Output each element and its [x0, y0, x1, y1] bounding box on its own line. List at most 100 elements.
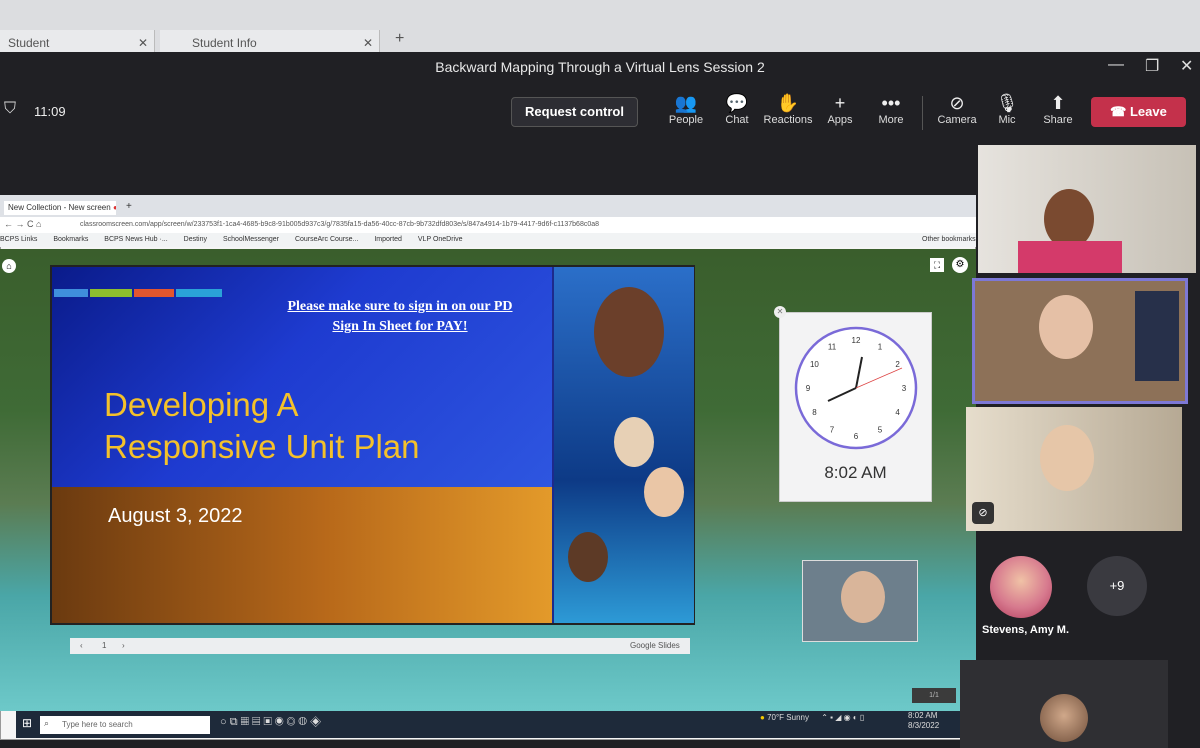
bookmark-item[interactable]: Bookmarks [53, 236, 88, 243]
clock-number: 4 [895, 408, 900, 417]
avatar[interactable] [990, 556, 1052, 618]
phone-icon: ☎ [1110, 104, 1130, 119]
title-line: Responsive Unit Plan [104, 428, 420, 465]
close-icon[interactable]: ✕ [363, 36, 373, 50]
participant-name: Stevens, Amy M. [982, 624, 1070, 636]
clock-number: 11 [828, 342, 837, 351]
meeting-timer: 11:09 [34, 104, 66, 119]
bookmark-item[interactable]: SchoolMessenger [223, 236, 279, 243]
reactions-icon: ✋ [776, 93, 800, 113]
stripe [90, 289, 132, 297]
button-label: Apps [827, 114, 853, 126]
sun-icon: ● [760, 713, 765, 722]
chrome-tab-bar: New Collection - New screen ● ✕ + [0, 195, 976, 217]
participant-face [841, 571, 885, 623]
webcam-preview [802, 560, 918, 642]
settings-icon[interactable]: ⚙ [952, 257, 968, 273]
stripe [176, 289, 222, 297]
new-tab-icon[interactable]: + [395, 30, 404, 48]
browser-tab[interactable]: Student ✕ [0, 30, 155, 52]
home-icon[interactable]: ⌂ [2, 259, 16, 273]
clock-number: 10 [810, 360, 819, 369]
minimize-icon[interactable]: — [1108, 56, 1124, 74]
stripe [134, 289, 174, 297]
google-slides-label: Google Slides [630, 641, 680, 650]
button-label: Share [1043, 114, 1073, 126]
button-label: Reactions [763, 114, 813, 126]
button-label: People [668, 114, 704, 126]
weather-text: 70°F Sunny [767, 713, 809, 722]
tray-time: 8:02 AM [908, 711, 938, 720]
clock-number: 7 [830, 426, 835, 435]
share-button[interactable]: ⬆ Share [1028, 92, 1088, 126]
address-bar[interactable]: classroomscreen.com/app/screen/w/233753f… [0, 217, 976, 233]
tray-clock[interactable]: 8:02 AM 8/3/2022 [908, 711, 939, 731]
chrome-tab[interactable]: New Collection - New screen ● ✕ [4, 201, 116, 215]
graduate-photo [644, 467, 684, 517]
muted-icon: ⊘ [972, 502, 994, 524]
bookmark-item[interactable]: Imported [374, 236, 402, 243]
clock-number: 5 [878, 426, 883, 435]
chrome-tab-label: New Collection - New screen [8, 203, 111, 212]
new-tab-icon[interactable]: + [126, 201, 132, 212]
bookmarks-bar: BCPS Links Bookmarks BCPS News Hub ·... … [0, 233, 976, 247]
shield-icon: ⛉ [4, 100, 17, 117]
bookmark-item[interactable]: CourseArc Course... [295, 236, 358, 243]
tray-icons[interactable]: ⌃ ▪ ◢ ◉ ◐ ▯ [821, 713, 864, 722]
search-icon: ⌕ [44, 718, 50, 728]
slide-notice: Please make sure to sign in on our PD Sig… [250, 297, 550, 337]
window-title: Backward Mapping Through a Virtual Lens … [435, 59, 765, 75]
more-icon: ••• [881, 93, 901, 113]
tab-label: Student [8, 36, 50, 50]
clock-number: 2 [895, 360, 900, 369]
browser-tab[interactable]: Student Info ✕ [160, 30, 380, 52]
participant-face [1044, 189, 1094, 249]
avatar[interactable] [1040, 694, 1088, 742]
bookmark-item[interactable]: Destiny [184, 236, 207, 243]
notice-line: Please make sure to sign in on our PD [287, 299, 513, 314]
screen-pager[interactable]: 1/1 [912, 688, 956, 703]
close-icon[interactable]: ✕ [1180, 56, 1193, 76]
participant-video[interactable] [978, 145, 1196, 273]
stripe [54, 289, 88, 297]
restore-icon[interactable]: ❐ [1145, 56, 1159, 76]
clock-number: 9 [806, 384, 811, 393]
leave-button[interactable]: ☎ Leave [1091, 97, 1186, 127]
slide-date: August 3, 2022 [108, 505, 243, 527]
taskbar-search[interactable]: Type here to search [40, 716, 210, 734]
taskbar-apps[interactable]: ○ ⧉ ▦ ▤ ▣ ◉ ◎ ◍ ◈ [220, 716, 321, 729]
participant-video-active[interactable] [972, 278, 1188, 404]
bookmark-item[interactable]: BCPS News Hub ·... [104, 236, 167, 243]
tray-date: 8/3/2022 [908, 721, 940, 730]
windows-start-icon[interactable]: ⊞ [22, 716, 32, 730]
close-widget-icon[interactable]: ✕ [774, 306, 786, 318]
bookmark-item[interactable]: VLP OneDrive [418, 236, 463, 243]
clock-number: 12 [852, 336, 861, 345]
nav-arrows-icon[interactable]: ← → C ⌂ [4, 219, 41, 229]
participant-face [1040, 425, 1094, 491]
bookmark-item[interactable]: BCPS Links [0, 236, 37, 243]
tab-label: Student Info [192, 36, 257, 50]
share-icon: ⬆ [1050, 93, 1066, 113]
prev-slide-icon[interactable]: ‹ [80, 638, 83, 654]
graduates-photo [554, 267, 694, 623]
button-label: More [878, 114, 904, 126]
analog-clock: 121234567891011 [794, 326, 918, 450]
button-label: Leave [1129, 104, 1167, 119]
more-participants-button[interactable]: +9 [1087, 556, 1147, 616]
reactions-button[interactable]: ✋ Reactions [758, 92, 818, 126]
clock-number: 6 [854, 432, 859, 441]
participant-video[interactable] [966, 407, 1182, 531]
clock-number: 1 [878, 342, 883, 351]
next-slide-icon[interactable]: › [122, 638, 125, 654]
close-icon[interactable]: ✕ [138, 36, 148, 50]
more-button[interactable]: ••• More [861, 92, 921, 126]
record-icon: ● [112, 203, 116, 212]
request-control-button[interactable]: Request control [511, 97, 638, 127]
button-label: Chat [725, 114, 749, 126]
clock-number: 8 [812, 408, 817, 417]
participant-shirt [1018, 241, 1122, 273]
bookmark-item[interactable]: Other bookmarks [922, 233, 976, 247]
graduate-photo [594, 287, 664, 377]
fullscreen-icon[interactable]: ⛶ [930, 258, 944, 272]
